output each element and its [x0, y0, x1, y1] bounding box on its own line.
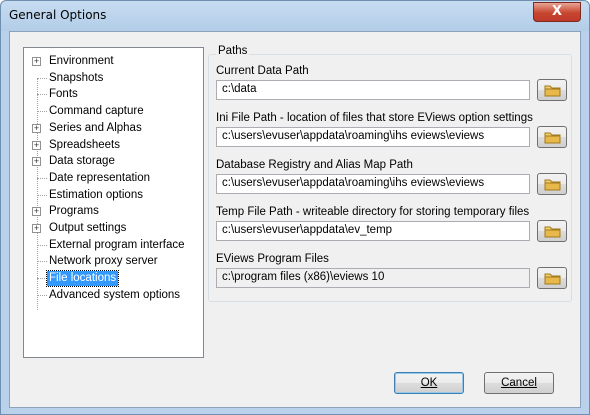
- tree-item-date-representation[interactable]: Date representation: [24, 171, 202, 187]
- tree-connector: [37, 261, 47, 263]
- tree-item-command-capture[interactable]: Command capture: [24, 104, 202, 120]
- tree-item-advanced-system-options[interactable]: Advanced system options: [24, 288, 202, 304]
- dialog-client-area: + Environment Snapshots Fonts Command captur…: [9, 31, 581, 408]
- tree-item-estimation-options[interactable]: Estimation options: [24, 188, 202, 204]
- tree-item-label: Date representation: [49, 171, 151, 184]
- eviews-program-files-browse-button[interactable]: [537, 267, 567, 289]
- folder-icon: [544, 132, 561, 144]
- current-data-path-browse-button[interactable]: [537, 79, 567, 101]
- current-data-path-input[interactable]: c:\data: [216, 80, 530, 100]
- tree-item-environment[interactable]: + Environment: [24, 54, 202, 70]
- folder-icon: [544, 85, 561, 97]
- tree-connector: [37, 244, 47, 246]
- ini-file-path-label: Ini File Path - location of files that s…: [216, 112, 533, 124]
- tree-item-series-and-alphas[interactable]: + Series and Alphas: [24, 121, 202, 137]
- dialog-window: General Options X + Environment Snapshots F…: [0, 0, 590, 415]
- temp-file-path-input[interactable]: c:\users\evuser\appdata\ev_temp: [216, 221, 530, 241]
- tree-item-label: Spreadsheets: [49, 138, 120, 151]
- tree-item-label: File locations: [45, 270, 120, 288]
- tree-item-label: Output settings: [49, 222, 127, 234]
- close-button[interactable]: X: [533, 2, 581, 22]
- tree-connector: [37, 294, 47, 296]
- tree-connector: [37, 278, 47, 280]
- tree-item-network-proxy-server[interactable]: Network proxy server: [24, 254, 202, 270]
- tree-item-label: Advanced system options: [49, 288, 181, 301]
- expand-icon[interactable]: +: [32, 224, 41, 233]
- database-registry-path-label: Database Registry and Alias Map Path: [216, 159, 413, 171]
- ok-button[interactable]: OK: [394, 372, 464, 394]
- expand-icon[interactable]: +: [32, 57, 41, 66]
- folder-icon: [544, 226, 561, 238]
- tree-item-label: Fonts: [49, 88, 78, 101]
- tree-item-spreadsheets[interactable]: + Spreadsheets: [24, 138, 202, 154]
- cancel-button[interactable]: Cancel: [484, 372, 554, 394]
- ini-file-path-input[interactable]: c:\users\evuser\appdata\roaming\ihs evie…: [216, 127, 530, 147]
- tree-connector: [37, 194, 47, 196]
- window-title: General Options: [9, 8, 107, 22]
- expand-icon[interactable]: +: [32, 140, 41, 150]
- expand-icon[interactable]: +: [32, 123, 41, 133]
- tree-item-output-settings[interactable]: + Output settings: [24, 221, 202, 237]
- tree-connector: [37, 94, 47, 96]
- tree-item-label: Estimation options: [49, 188, 143, 201]
- title-bar[interactable]: General Options X: [1, 1, 589, 31]
- database-registry-path-browse-button[interactable]: [537, 173, 567, 195]
- tree-item-label: Network proxy server: [49, 255, 158, 268]
- paths-group-title: Paths: [216, 45, 250, 57]
- tree-item-label: Environment: [49, 55, 114, 67]
- tree-item-label: External program interface: [49, 238, 185, 251]
- database-registry-path-input[interactable]: c:\users\evuser\appdata\roaming\ihs evie…: [216, 174, 530, 194]
- temp-file-path-browse-button[interactable]: [537, 220, 567, 242]
- options-tree[interactable]: + Environment Snapshots Fonts Command captur…: [23, 47, 204, 358]
- tree-item-fonts[interactable]: Fonts: [24, 87, 202, 103]
- tree-connector: [37, 111, 47, 113]
- temp-file-path-label: Temp File Path - writeable directory for…: [216, 206, 530, 218]
- tree-item-data-storage[interactable]: + Data storage: [24, 154, 202, 170]
- tree-item-file-locations[interactable]: File locations: [24, 270, 202, 288]
- close-icon: X: [551, 4, 563, 19]
- current-data-path-label: Current Data Path: [216, 65, 309, 77]
- tree-item-label: Series and Alphas: [49, 121, 142, 134]
- ini-file-path-browse-button[interactable]: [537, 126, 567, 148]
- expand-icon[interactable]: +: [32, 207, 41, 217]
- tree-item-programs[interactable]: + Programs: [24, 204, 202, 220]
- tree-item-label: Command capture: [49, 105, 144, 118]
- expand-icon[interactable]: +: [32, 157, 41, 167]
- tree-item-label: Snapshots: [49, 71, 104, 84]
- folder-icon: [544, 179, 561, 191]
- tree-item-snapshots[interactable]: Snapshots: [24, 71, 202, 87]
- tree-connector: [37, 177, 47, 179]
- folder-icon: [544, 273, 561, 285]
- eviews-program-files-label: EViews Program Files: [216, 253, 329, 265]
- eviews-program-files-input: c:\program files (x86)\eviews 10: [216, 268, 530, 288]
- tree-connector: [37, 77, 47, 79]
- tree-item-label: Data storage: [49, 155, 115, 168]
- tree-item-label: Programs: [49, 205, 99, 218]
- tree-item-external-program-interface[interactable]: External program interface: [24, 238, 202, 254]
